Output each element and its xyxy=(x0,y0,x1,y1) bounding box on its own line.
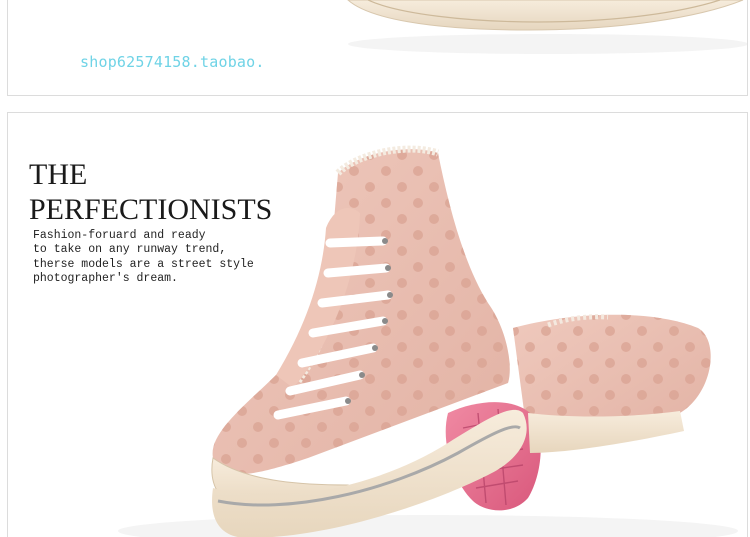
banner-headline: THE PERFECTIONISTS xyxy=(29,157,272,227)
shoe-sole-partial-image xyxy=(347,0,747,54)
tagline-line-1: Fashion-foruard and ready xyxy=(33,229,206,242)
headline-line-1: THE xyxy=(29,158,88,191)
banner-tagline: Fashion-foruard and ready to take on any… xyxy=(33,229,254,287)
tagline-line-2: to take on any runway trend, xyxy=(33,243,227,257)
headline-line-2: PERFECTIONISTS xyxy=(29,193,273,226)
tagline-line-4: photographer's dream. xyxy=(33,272,178,286)
shop-watermark: shop62574158.taobao. xyxy=(80,53,265,71)
product-banner-panel: THE PERFECTIONISTS Fashion-foruard and r… xyxy=(7,112,748,537)
tagline-line-3: therse models are a street style xyxy=(33,257,254,271)
top-product-panel: shop62574158.taobao. xyxy=(7,0,748,96)
